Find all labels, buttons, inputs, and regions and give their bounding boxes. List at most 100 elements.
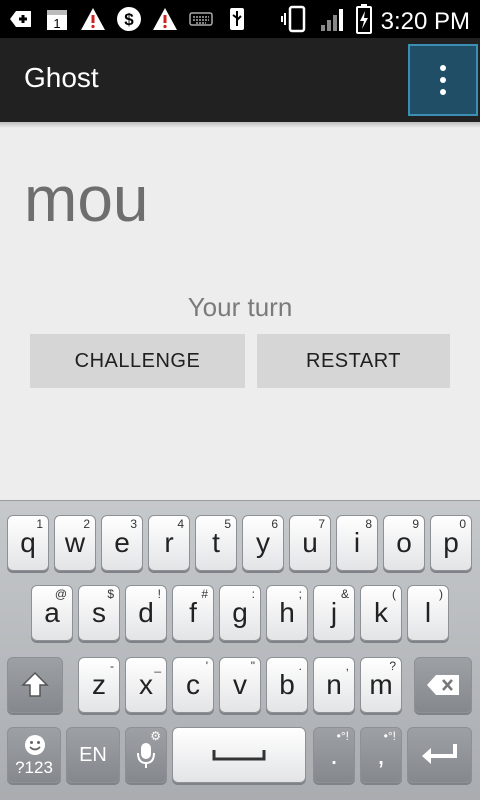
key-n[interactable]: n, (313, 657, 355, 713)
key-label: h (279, 597, 295, 628)
status-bar: 1 $ 3:20 PM (0, 0, 480, 38)
key-hint: 5 (224, 517, 231, 531)
action-bar-shadow (0, 122, 480, 128)
key-a[interactable]: a @ (31, 585, 73, 641)
key-hint: 1 (36, 517, 43, 531)
warning-icon (152, 6, 178, 32)
key-hint: @ (54, 587, 67, 601)
key-m[interactable]: m? (360, 657, 402, 713)
key-label: a (44, 597, 60, 628)
challenge-button[interactable]: CHALLENGE (30, 334, 245, 388)
key-label: l (424, 597, 432, 628)
key-d[interactable]: d! (125, 585, 167, 641)
key-h[interactable]: h; (266, 585, 308, 641)
spacebar[interactable] (172, 727, 306, 783)
language-key[interactable]: EN (66, 727, 120, 783)
key-label: o (396, 527, 412, 558)
app-title: Ghost (24, 62, 99, 93)
key-label: m (369, 669, 393, 700)
key-label: r (164, 527, 174, 558)
key-o[interactable]: o9 (383, 515, 425, 571)
key-g[interactable]: g: (219, 585, 261, 641)
key-label: x (139, 669, 153, 700)
key-label: c (186, 669, 200, 700)
shift-icon (21, 671, 49, 697)
key-hint: ( (392, 587, 396, 601)
key-t[interactable]: t5 (195, 515, 237, 571)
key-label: s (92, 597, 106, 628)
symbols-key-label: ?123 (15, 758, 53, 777)
space-icon (212, 750, 266, 761)
key-hint: - (110, 659, 114, 673)
symbols-key[interactable]: ?123 (7, 727, 61, 783)
key-label: f (189, 597, 197, 628)
key-hint: 6 (271, 517, 278, 531)
key-f[interactable]: f # (172, 585, 214, 641)
key-hint: _ (154, 659, 161, 673)
action-bar: Ghost (0, 38, 480, 122)
key-hint: ! (157, 587, 161, 601)
key-label: k (374, 597, 388, 628)
calendar-icon: 1 (44, 6, 70, 32)
key-v[interactable]: v " (219, 657, 261, 713)
key-e[interactable]: e3 (101, 515, 143, 571)
key-u[interactable]: u7 (289, 515, 331, 571)
key-label: j (330, 597, 338, 628)
key-c[interactable]: c ' (172, 657, 214, 713)
key-label: e (114, 527, 130, 558)
key-b[interactable]: b. (266, 657, 308, 713)
key-x[interactable]: x _ (125, 657, 167, 713)
key-hint: : (251, 587, 255, 601)
key-hint: " (250, 659, 255, 673)
ghost-word: mou (24, 163, 149, 235)
key-label: y (256, 527, 270, 558)
key-hint: & (340, 587, 349, 601)
period-key[interactable]: . •°! (313, 727, 355, 783)
shift-key[interactable] (7, 657, 63, 713)
vibrate-icon (280, 5, 311, 38)
key-label: z (92, 669, 106, 700)
voice-input-key[interactable]: ⚙ (125, 727, 167, 783)
key-i[interactable]: i8 (336, 515, 378, 571)
key-hint: 8 (365, 517, 372, 531)
comma-key[interactable]: , •°! (360, 727, 402, 783)
key-k[interactable]: k( (360, 585, 402, 641)
key-r[interactable]: r4 (148, 515, 190, 571)
key-hint: ) (439, 587, 443, 601)
period-key-label: . (330, 739, 338, 770)
key-hint: 3 (130, 517, 137, 531)
restart-button[interactable]: RESTART (257, 334, 450, 388)
keyboard-icon (188, 6, 214, 32)
key-label: w (64, 527, 86, 558)
overflow-menu-button[interactable] (408, 44, 478, 116)
key-j[interactable]: j & (313, 585, 355, 641)
key-label: q (20, 527, 36, 558)
backspace-key[interactable] (414, 657, 472, 713)
enter-key[interactable] (407, 727, 472, 783)
key-w[interactable]: w2 (54, 515, 96, 571)
key-hint: $ (107, 587, 114, 601)
key-hint: 9 (412, 517, 419, 531)
key-label: i (353, 527, 361, 558)
turn-status: Your turn (0, 292, 480, 323)
key-q[interactable]: q1 (7, 515, 49, 571)
dollar-icon: $ (116, 6, 142, 32)
comma-key-label: , (377, 739, 385, 770)
key-label: t (212, 527, 220, 558)
warning-icon (80, 6, 106, 32)
key-hint: . (298, 659, 302, 673)
key-hint: •°! (383, 729, 396, 743)
clock: 3:20 PM (380, 7, 470, 35)
usb-icon (224, 6, 250, 32)
key-label: u (302, 527, 318, 558)
key-p[interactable]: p0 (430, 515, 472, 571)
key-label: n (326, 669, 342, 700)
key-z[interactable]: z- (78, 657, 120, 713)
key-s[interactable]: s $ (78, 585, 120, 641)
key-y[interactable]: y6 (242, 515, 284, 571)
key-label: v (233, 669, 247, 700)
key-hint: # (201, 587, 208, 601)
key-l[interactable]: l) (407, 585, 449, 641)
key-hint: , (345, 659, 349, 673)
key-hint: 7 (318, 517, 325, 531)
